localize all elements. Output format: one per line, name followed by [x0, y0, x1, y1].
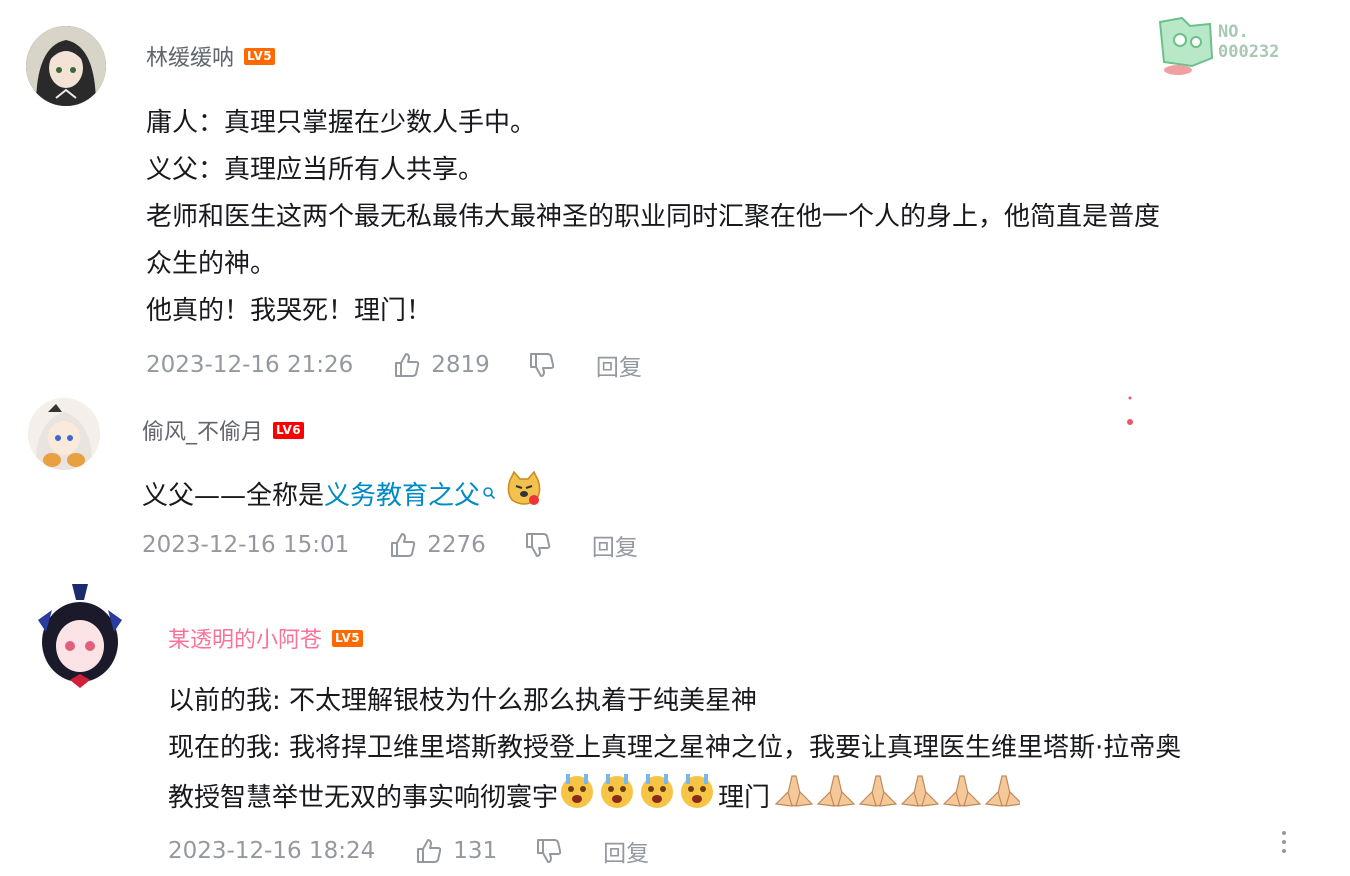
fan-badge-label: NO. [1218, 22, 1249, 42]
reply-button[interactable]: 回复 [592, 528, 638, 562]
avatar[interactable] [28, 398, 100, 470]
comment-line: 义父——全称是义务教育之父 [142, 470, 544, 524]
avatar[interactable] [32, 580, 128, 692]
like-button[interactable]: 2819 [393, 351, 490, 379]
search-link-icon[interactable] [480, 481, 496, 511]
thumbs-down-icon [537, 839, 562, 863]
comment-line: 老师和医生这两个最无私最伟大最神圣的职业同时汇聚在他一个人的身上，他简直是普度 [146, 202, 1161, 232]
fan-badge-number: 000232 [1218, 42, 1280, 62]
comment-text: 义父——全称是义务教育之父 [142, 470, 544, 524]
comment-line: 以前的我: 不太理解银枝为什么那么执着于纯美星神 [168, 686, 758, 716]
fan-badge-icon [1158, 16, 1214, 75]
decorative-mark [1126, 394, 1134, 428]
dislike-button[interactable] [535, 837, 563, 865]
comment-line: 现在的我: 我将捍卫维里塔斯教授登上真理之星神之位，我要让真理医生维里塔斯·拉帝… [168, 733, 1182, 763]
thumbs-up-icon [395, 353, 420, 377]
username[interactable]: 林缓缓呐 [146, 40, 234, 72]
praying-hands-icon [770, 772, 1024, 826]
like-count: 2276 [427, 532, 486, 558]
comment-line: 他真的！我哭死！理门！ [146, 296, 433, 326]
thumbs-up-icon [417, 839, 442, 863]
like-button[interactable]: 131 [415, 837, 497, 865]
dislike-button[interactable] [528, 351, 556, 379]
comment-line-suffix: 理门 [718, 783, 771, 813]
comment-text: 庸人：真理只掌握在少数人手中。 义父：真理应当所有人共享。 老师和医生这两个最无… [146, 100, 1160, 335]
level-badge: LV5 [244, 47, 276, 65]
like-button[interactable]: 2276 [389, 531, 486, 559]
crying-emoji-icon [558, 772, 718, 826]
username[interactable]: 某透明的小阿苍 [168, 622, 322, 654]
comment-line: 教授智慧举世无双的事实响彻寰宇 理门 [168, 772, 1181, 826]
comment-line-prefix: 义父——全称是 [142, 481, 325, 511]
thumbs-down-icon [529, 353, 555, 377]
comment-line-text: 教授智慧举世无双的事实响彻寰宇 [168, 783, 559, 813]
comment-text: 以前的我: 不太理解银枝为什么那么执着于纯美星神 现在的我: 我将捍卫维里塔斯教… [168, 678, 1181, 826]
comment-line: 庸人：真理只掌握在少数人手中。 [146, 108, 537, 138]
comment-line: 众生的神。 [146, 249, 277, 279]
reply-button[interactable]: 回复 [603, 834, 649, 868]
username[interactable]: 偷风_不偷月 [142, 414, 263, 446]
dislike-button[interactable] [524, 531, 552, 559]
comment-time: 2023-12-16 21:26 [146, 352, 354, 378]
avatar-image [38, 584, 122, 688]
more-options-icon[interactable] [1280, 830, 1288, 854]
like-count: 131 [453, 838, 498, 864]
comment-time: 2023-12-16 18:24 [168, 838, 376, 864]
comment-line: 义父：真理应当所有人共享。 [146, 155, 485, 185]
thumbs-up-icon [391, 533, 416, 557]
level-badge: LV5 [332, 629, 364, 647]
fan-badge: NO. 000232 [1152, 14, 1312, 76]
avatar-image [26, 26, 106, 106]
thumbs-down-icon [525, 533, 551, 557]
avatar-image [28, 398, 100, 470]
avatar[interactable] [26, 26, 106, 106]
level-badge: LV6 [273, 421, 305, 439]
reply-button[interactable]: 回复 [596, 348, 642, 382]
search-link[interactable]: 义务教育之父 [324, 481, 480, 511]
doge-emoji-icon [496, 470, 544, 524]
comment-time: 2023-12-16 15:01 [142, 532, 350, 558]
like-count: 2819 [431, 352, 490, 378]
